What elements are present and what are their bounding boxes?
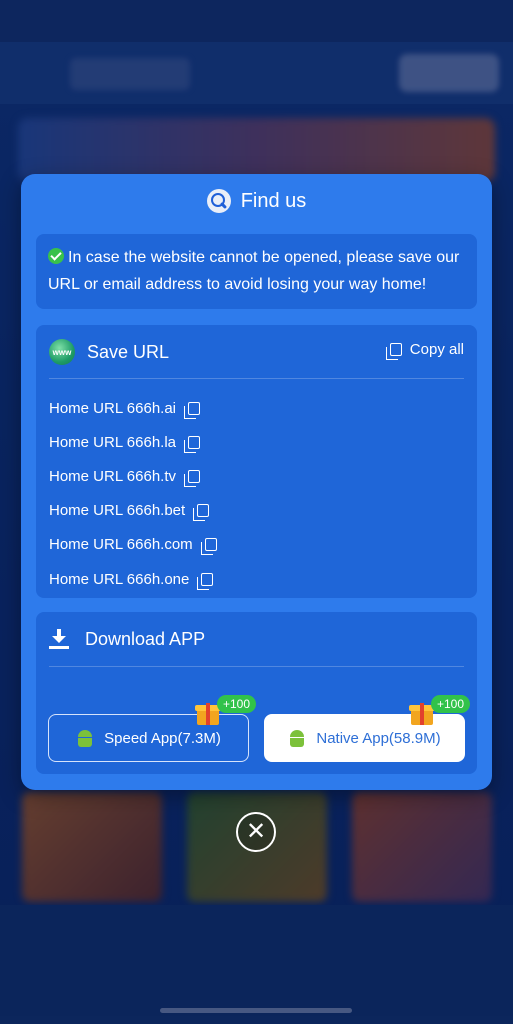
notice-box: In case the website cannot be opened, pl…	[36, 234, 477, 309]
save-url-title: Save URL	[87, 341, 170, 362]
url-list: Home URL 666h.ai Home URL 666h.la Home U…	[49, 391, 464, 596]
download-header: Download APP	[49, 624, 464, 654]
copy-icon[interactable]	[184, 435, 201, 453]
url-item-bet[interactable]: Home URL 666h.bet	[49, 494, 464, 528]
notice-text: In case the website cannot be opened, pl…	[48, 249, 460, 293]
url-text: Home URL 666h.tv	[49, 467, 177, 485]
url-text: Home URL 666h.one	[49, 570, 190, 588]
globe-icon: www	[49, 339, 75, 365]
url-text: Home URL 666h.ai	[49, 399, 177, 417]
copy-icon	[385, 343, 402, 360]
download-title: Download APP	[85, 628, 206, 649]
find-us-modal: Find us In case the website cannot be op…	[21, 174, 492, 790]
bonus-badge: +100	[217, 695, 257, 713]
copy-icon[interactable]	[193, 504, 210, 522]
url-text: Home URL 666h.bet	[49, 502, 186, 520]
save-url-panel: www Save URL Copy all Home URL 666h.ai H…	[36, 325, 477, 598]
bonus-badge: +100	[431, 695, 471, 713]
copy-icon[interactable]	[197, 572, 214, 590]
url-item-tv[interactable]: Home URL 666h.tv	[49, 459, 464, 493]
close-icon[interactable]: ✕	[236, 812, 276, 852]
copy-icon[interactable]	[184, 401, 201, 419]
url-item-one[interactable]: Home URL 666h.one	[49, 562, 464, 596]
speed-app-button[interactable]: Speed App(7.3M) +100	[48, 695, 257, 762]
android-icon	[288, 729, 306, 747]
search-icon	[206, 189, 231, 213]
url-item-com[interactable]: Home URL 666h.com	[49, 528, 464, 562]
speed-app-label: Speed App(7.3M)	[104, 729, 221, 747]
download-app-panel: Download APP Speed App(7.3M) +100 Native…	[36, 612, 477, 774]
modal-header: Find us	[21, 186, 492, 216]
url-text: Home URL 666h.la	[49, 433, 177, 451]
native-app-label: Native App(58.9M)	[316, 729, 441, 747]
copy-all-button[interactable]: Copy all	[385, 341, 464, 360]
divider	[49, 378, 464, 379]
url-item-la[interactable]: Home URL 666h.la	[49, 425, 464, 459]
save-url-header: www Save URL Copy all	[49, 337, 464, 367]
divider	[49, 666, 464, 667]
native-app-button[interactable]: Native App(58.9M) +100	[264, 695, 471, 762]
copy-icon[interactable]	[184, 469, 201, 487]
copy-all-label: Copy all	[409, 341, 464, 358]
copy-icon[interactable]	[200, 538, 217, 556]
download-icon	[49, 628, 69, 650]
modal-title: Find us	[240, 189, 307, 212]
check-icon	[48, 248, 64, 264]
url-text: Home URL 666h.com	[49, 536, 193, 554]
android-icon	[76, 729, 94, 747]
url-item-ai[interactable]: Home URL 666h.ai	[49, 391, 464, 425]
